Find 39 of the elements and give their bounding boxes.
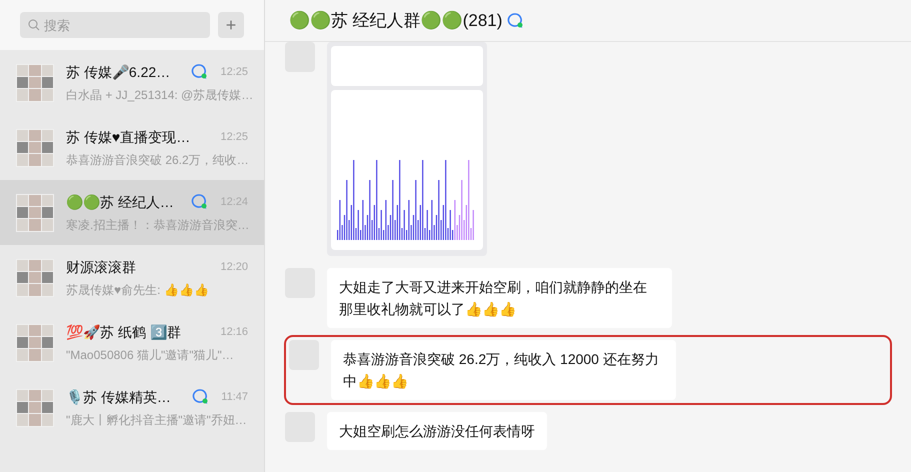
chat-name: 🟢🟢苏 经纪人…	[66, 192, 175, 212]
chat-preview: "Mao050806 猫儿"邀请"猫儿"…	[66, 346, 235, 364]
message-bubble: 恭喜游游音浪突破 26.2万，纯收入 12000 还在努力中👍👍👍	[331, 340, 676, 400]
chat-name: 财源滚滚群	[66, 258, 137, 276]
search-field[interactable]: 搜索	[20, 12, 210, 38]
mention-icon	[190, 193, 208, 211]
group-avatar	[16, 64, 54, 102]
chat-name: 💯🚀苏 纸鹤 3⃣群	[66, 322, 182, 342]
chat-title: 🟢🟢苏 经纪人群🟢🟢(281)	[289, 10, 502, 32]
chat-time: 11:47	[221, 390, 248, 405]
user-avatar	[289, 340, 319, 370]
group-avatar	[16, 388, 54, 426]
message-bubble: 大姐走了大哥又进来开始空刷，咱们就静静的坐在那里收礼物就可以了👍👍👍	[327, 268, 672, 328]
mention-icon	[506, 12, 524, 30]
group-avatar	[16, 258, 54, 296]
mention-icon	[191, 388, 210, 406]
screenshot-picture[interactable]	[327, 42, 487, 256]
chat-list-item[interactable]: 💯🚀苏 纸鹤 3⃣群 12:16 "Mao050806 猫儿"邀请"猫儿"…	[0, 310, 264, 375]
chat-time: 12:25	[220, 64, 248, 80]
chat-name: 苏 传媒🎤6.22…	[66, 62, 172, 82]
chat-list-item[interactable]: 苏 传媒♥直播变现… 12:25 恭喜游游音浪突破 26.2万，纯收…	[0, 115, 264, 180]
chat-name: 🎙苏 传媒精英…	[66, 388, 172, 407]
message-bubble: 大姐空刷怎么游游没任何表情呀	[327, 412, 547, 450]
chat-list-item[interactable]: 财源滚滚群 12:20 苏晟传媒♥俞先生: 👍👍👍	[0, 245, 264, 310]
chat-time: 12:16	[220, 324, 248, 340]
chat-preview: 寒凌.招主播！：恭喜游游音浪突…	[66, 216, 248, 234]
search-icon	[28, 19, 40, 31]
chat-preview: "鹿大丨孵化抖音主播"邀请"乔妞…	[66, 412, 248, 428]
chat-preview: 恭喜游游音浪突破 26.2万，纯收…	[66, 152, 248, 168]
chat-list-item[interactable]: 🎙苏 传媒精英… 11:47 "鹿大丨孵化抖音主播"邀请"乔妞…	[0, 375, 264, 440]
mention-icon	[190, 63, 208, 81]
chat-time: 12:25	[220, 130, 248, 145]
group-avatar	[16, 128, 54, 166]
chat-list-item[interactable]: 苏 传媒🎤6.22… 12:25 白水晶 + JJ_251314: @苏晟传媒…	[0, 50, 264, 115]
group-avatar	[16, 194, 54, 232]
chat-time: 12:20	[220, 260, 248, 275]
chat-preview: 苏晟传媒♥俞先生: 👍👍👍	[66, 282, 210, 298]
chat-name: 苏 传媒♥直播变现…	[66, 128, 192, 146]
group-avatar	[16, 324, 54, 362]
